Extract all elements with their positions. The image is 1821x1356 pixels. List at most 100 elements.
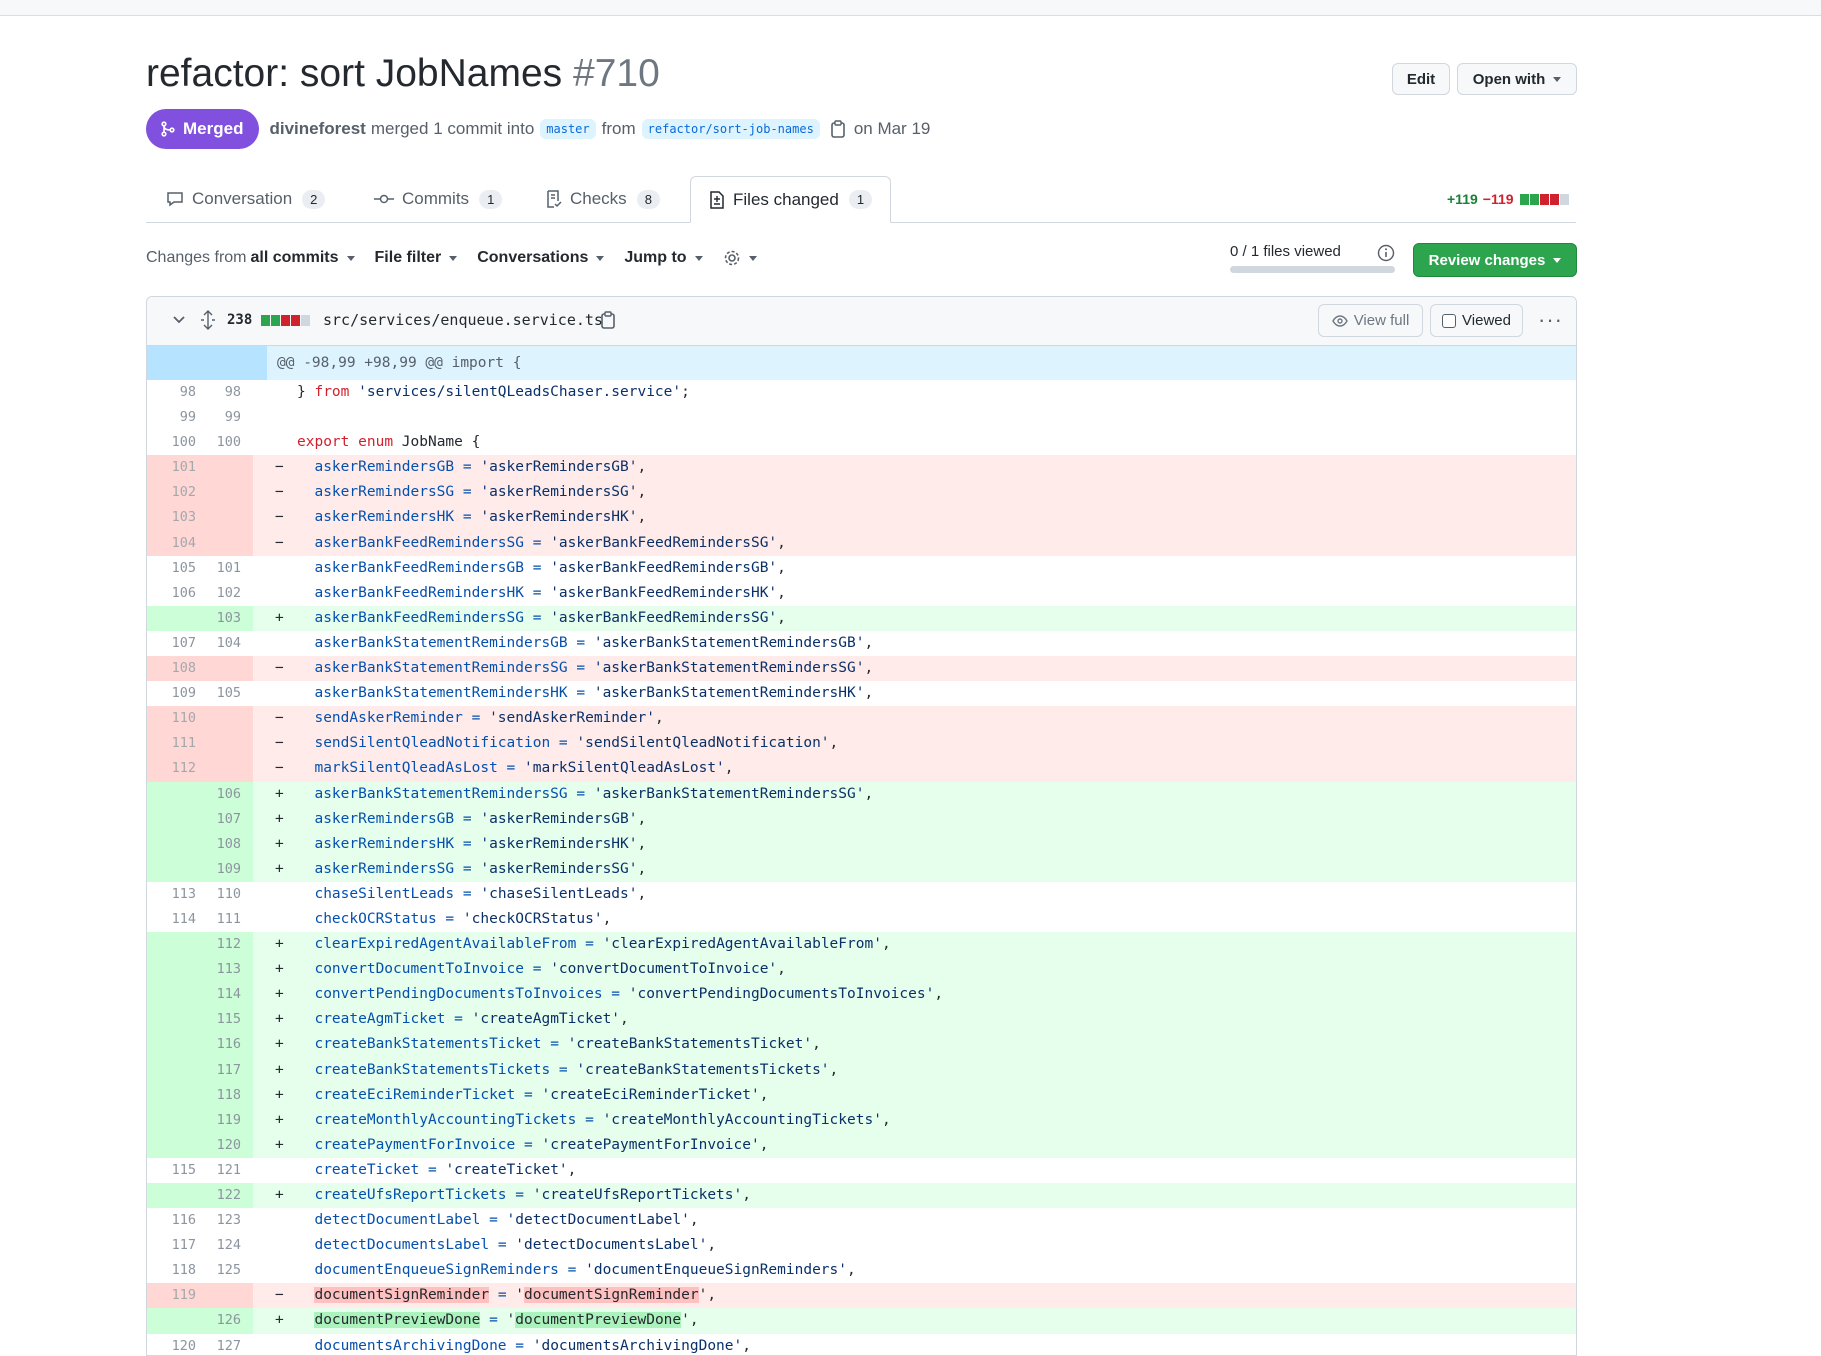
new-line-number[interactable]: 105: [200, 681, 253, 706]
old-line-number[interactable]: [147, 1308, 200, 1334]
open-with-button[interactable]: Open with: [1457, 63, 1577, 95]
new-line-number[interactable]: 113: [200, 957, 253, 983]
old-line-number[interactable]: [147, 957, 200, 983]
old-line-number[interactable]: 114: [147, 907, 200, 932]
new-line-number[interactable]: [200, 1283, 253, 1309]
old-line-number[interactable]: 117: [147, 1233, 200, 1258]
new-line-number[interactable]: 121: [200, 1158, 253, 1183]
new-line-number[interactable]: 100: [200, 430, 253, 455]
new-line-number[interactable]: 111: [200, 907, 253, 932]
old-line-number[interactable]: 107: [147, 631, 200, 656]
new-line-number[interactable]: [200, 530, 253, 556]
changes-from-dropdown[interactable]: Changes from all commits: [146, 249, 355, 267]
old-line-number[interactable]: [147, 932, 200, 958]
review-changes-button[interactable]: Review changes: [1413, 243, 1577, 277]
old-line-number[interactable]: [147, 1032, 200, 1058]
old-line-number[interactable]: [147, 781, 200, 807]
new-line-number[interactable]: 107: [200, 806, 253, 832]
conversations-dropdown[interactable]: Conversations: [477, 249, 605, 267]
new-line-number[interactable]: [200, 731, 253, 757]
new-line-number[interactable]: 123: [200, 1208, 253, 1233]
base-branch[interactable]: master: [540, 119, 596, 139]
old-line-number[interactable]: 105: [147, 556, 200, 581]
view-full-button[interactable]: View full: [1318, 304, 1423, 337]
old-line-number[interactable]: [147, 982, 200, 1008]
new-line-number[interactable]: 116: [200, 1032, 253, 1058]
old-line-number[interactable]: [147, 1007, 200, 1033]
old-line-number[interactable]: 103: [147, 505, 200, 531]
new-line-number[interactable]: [200, 480, 253, 506]
new-line-number[interactable]: 103: [200, 605, 253, 631]
old-line-number[interactable]: [147, 605, 200, 631]
new-line-number[interactable]: 108: [200, 831, 253, 857]
copy-icon[interactable]: [830, 120, 846, 138]
tab-files-changed[interactable]: Files changed 1: [690, 176, 892, 223]
old-line-number[interactable]: [147, 831, 200, 857]
new-line-number[interactable]: 112: [200, 932, 253, 958]
new-line-number[interactable]: 109: [200, 856, 253, 882]
old-line-number[interactable]: 116: [147, 1208, 200, 1233]
chevron-down-icon[interactable]: [172, 313, 186, 327]
old-line-number[interactable]: [147, 1107, 200, 1133]
old-line-number[interactable]: 118: [147, 1258, 200, 1283]
new-line-number[interactable]: 119: [200, 1107, 253, 1133]
old-line-number[interactable]: 99: [147, 405, 200, 430]
author-link[interactable]: divineforest: [269, 119, 365, 139]
edit-button[interactable]: Edit: [1392, 63, 1450, 95]
tab-commits[interactable]: Commits 1: [374, 176, 503, 222]
new-line-number[interactable]: 101: [200, 556, 253, 581]
old-line-number[interactable]: 120: [147, 1334, 200, 1355]
old-line-number[interactable]: [147, 1057, 200, 1083]
old-line-number[interactable]: 110: [147, 706, 200, 732]
info-icon[interactable]: [1377, 244, 1395, 262]
head-branch[interactable]: refactor/sort-job-names: [641, 119, 820, 139]
old-line-number[interactable]: 115: [147, 1158, 200, 1183]
new-line-number[interactable]: 98: [200, 380, 253, 405]
new-line-number[interactable]: [200, 756, 253, 782]
new-line-number[interactable]: 106: [200, 781, 253, 807]
new-line-number[interactable]: 104: [200, 631, 253, 656]
old-line-number[interactable]: [147, 856, 200, 882]
old-line-number[interactable]: 111: [147, 731, 200, 757]
old-line-number[interactable]: [147, 1082, 200, 1108]
new-line-number[interactable]: [200, 706, 253, 732]
tab-conversation[interactable]: Conversation 2: [166, 176, 326, 222]
file-path[interactable]: src/services/enqueue.service.ts: [323, 311, 603, 329]
old-line-number[interactable]: 119: [147, 1283, 200, 1309]
kebab-menu-icon[interactable]: ···: [1538, 307, 1563, 333]
new-line-number[interactable]: 117: [200, 1057, 253, 1083]
new-line-number[interactable]: 114: [200, 982, 253, 1008]
new-line-number[interactable]: 122: [200, 1183, 253, 1209]
old-line-number[interactable]: 108: [147, 656, 200, 682]
old-line-number[interactable]: 100: [147, 430, 200, 455]
old-line-number[interactable]: [147, 806, 200, 832]
old-line-number[interactable]: 112: [147, 756, 200, 782]
old-line-number[interactable]: 113: [147, 882, 200, 907]
unfold-icon[interactable]: [200, 310, 216, 330]
old-line-number[interactable]: 106: [147, 581, 200, 606]
new-line-number[interactable]: 127: [200, 1334, 253, 1355]
old-line-number[interactable]: [147, 1132, 200, 1158]
old-line-number[interactable]: 102: [147, 480, 200, 506]
new-line-number[interactable]: 125: [200, 1258, 253, 1283]
jump-to-dropdown[interactable]: Jump to: [624, 249, 703, 267]
old-line-number[interactable]: 109: [147, 681, 200, 706]
new-line-number[interactable]: [200, 455, 253, 481]
old-line-number[interactable]: 101: [147, 455, 200, 481]
tab-checks[interactable]: Checks 8: [546, 176, 660, 222]
new-line-number[interactable]: 120: [200, 1132, 253, 1158]
new-line-number[interactable]: [200, 656, 253, 682]
new-line-number[interactable]: 102: [200, 581, 253, 606]
viewed-checkbox[interactable]: Viewed: [1430, 304, 1523, 337]
old-line-number[interactable]: 104: [147, 530, 200, 556]
file-filter-dropdown[interactable]: File filter: [375, 249, 458, 267]
new-line-number[interactable]: 115: [200, 1007, 253, 1033]
new-line-number[interactable]: 110: [200, 882, 253, 907]
diff-settings-dropdown[interactable]: [723, 249, 757, 267]
new-line-number[interactable]: 118: [200, 1082, 253, 1108]
new-line-number[interactable]: 124: [200, 1233, 253, 1258]
copy-icon[interactable]: [600, 311, 616, 329]
old-line-number[interactable]: [147, 1183, 200, 1209]
new-line-number[interactable]: 126: [200, 1308, 253, 1334]
new-line-number[interactable]: 99: [200, 405, 253, 430]
